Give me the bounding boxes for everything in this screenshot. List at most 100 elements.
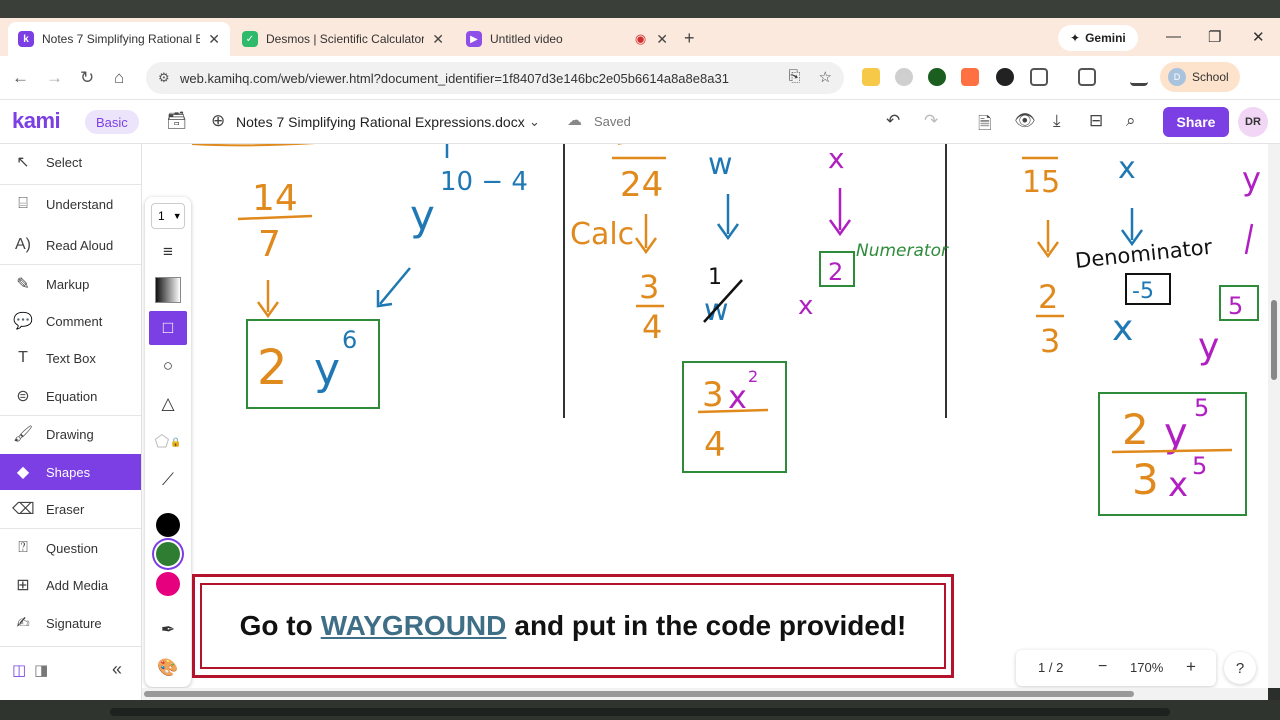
bookmark-star-icon[interactable]: ☆ bbox=[819, 68, 832, 86]
layout-toggle-alt-icon[interactable]: ◨ bbox=[34, 661, 48, 679]
zoom-in-button[interactable]: + bbox=[1186, 657, 1196, 677]
j-extension-icon[interactable] bbox=[961, 68, 979, 86]
banner-prefix: Go to bbox=[239, 610, 313, 641]
redo-icon[interactable]: ↷ bbox=[924, 111, 938, 131]
home-icon[interactable]: ⌂ bbox=[114, 68, 124, 88]
chevron-down-icon: ▼ bbox=[172, 211, 182, 221]
sidebar-item-signature[interactable]: ✍ Signature bbox=[0, 605, 141, 641]
polygon-tool[interactable]: ⬠ 🔒 bbox=[149, 425, 187, 459]
vertical-scrollbar[interactable] bbox=[1268, 144, 1280, 688]
horizontal-scrollbar[interactable] bbox=[142, 688, 1268, 700]
result-denominator-coefficient: 3 bbox=[1132, 455, 1159, 504]
toolbox-icon[interactable]: ⊟ bbox=[1089, 111, 1103, 131]
sidebar-item-add-media[interactable]: ⊞ Add Media bbox=[0, 567, 141, 603]
page-indicator[interactable]: 1 / 2 bbox=[1038, 660, 1063, 675]
search-icon[interactable]: ⌕ bbox=[1126, 111, 1136, 131]
install-icon[interactable]: ⎘ bbox=[789, 68, 801, 86]
profile-button[interactable]: D School bbox=[1160, 62, 1240, 92]
sidebar-item-equation[interactable]: ⊜ Equation bbox=[0, 378, 141, 414]
sidebar-item-read-aloud[interactable]: A) Read Aloud bbox=[0, 227, 141, 263]
new-tab-button[interactable]: + bbox=[684, 28, 695, 49]
sidebar-item-shapes[interactable]: ◆ Shapes bbox=[0, 454, 141, 490]
line-tool[interactable]: ⟋ bbox=[149, 463, 187, 497]
back-icon[interactable]: ← bbox=[12, 68, 29, 88]
collapse-icon[interactable]: « bbox=[112, 659, 122, 680]
reading-list-icon[interactable] bbox=[1078, 68, 1096, 86]
zoom-out-button[interactable]: − bbox=[1098, 658, 1107, 676]
layout-toggle-icon[interactable]: ◫ bbox=[12, 661, 26, 679]
document-name[interactable]: Notes 7 Simplifying Rational Expressions… bbox=[236, 114, 525, 130]
zoom-level[interactable]: 170% bbox=[1130, 660, 1163, 675]
close-icon[interactable]: ✕ bbox=[208, 31, 220, 48]
color-swatch-green[interactable] bbox=[156, 542, 180, 566]
tab-desmos[interactable]: ✓ Desmos | Scientific Calculator ✕ bbox=[232, 22, 454, 56]
color-palette-button[interactable]: 🎨 bbox=[149, 651, 187, 685]
archive-icon[interactable]: 🗃 bbox=[166, 111, 188, 131]
extensions-puzzle-icon[interactable] bbox=[1030, 68, 1048, 86]
download-icon[interactable]: ⤓ bbox=[1053, 111, 1061, 131]
sidebar-item-text-box[interactable]: T Text Box bbox=[0, 340, 141, 376]
share-button[interactable]: Share bbox=[1163, 107, 1229, 137]
recording-icon: ◉ bbox=[634, 31, 647, 46]
vertical-scroll-thumb[interactable] bbox=[1271, 300, 1277, 380]
help-icon: ? bbox=[1235, 659, 1245, 677]
drive-extension-icon[interactable] bbox=[862, 68, 880, 86]
line-style-button[interactable]: ≡ bbox=[149, 235, 187, 269]
sidebar-item-eraser[interactable]: ⌫ Eraser bbox=[0, 491, 141, 527]
close-icon[interactable]: ✕ bbox=[656, 31, 668, 48]
sidebar-item-understand[interactable]: ⌸ Understand bbox=[0, 186, 141, 222]
extension-icon[interactable] bbox=[895, 68, 913, 86]
address-bar[interactable]: ⚙ web.kamihq.com/web/viewer.html?documen… bbox=[146, 62, 844, 94]
circle-tool[interactable]: ○ bbox=[149, 349, 187, 383]
plan-badge[interactable]: Basic bbox=[85, 110, 139, 134]
color-swatch-magenta[interactable] bbox=[156, 572, 180, 596]
tool-sidebar: ↖ Select ⌸ Understand A) Read Aloud ✎ Markup… bbox=[0, 144, 142, 706]
forward-icon[interactable]: → bbox=[46, 68, 63, 88]
tab-video[interactable]: ▶ Untitled video ◉ ✕ bbox=[456, 22, 678, 56]
wayground-banner: Go to WAYGROUND and put in the code prov… bbox=[192, 574, 954, 678]
horizontal-scroll-thumb[interactable] bbox=[144, 691, 1134, 697]
eyedropper-button[interactable]: ✒ bbox=[149, 613, 187, 647]
eye-icon[interactable]: 👁 bbox=[1014, 111, 1036, 131]
download-icon[interactable] bbox=[1130, 68, 1148, 86]
variable-x: x bbox=[1118, 151, 1136, 186]
tab-kami[interactable]: k Notes 7 Simplifying Rational Ex ✕ bbox=[8, 22, 230, 56]
sidebar-item-comment[interactable]: 💬 Comment bbox=[0, 303, 141, 339]
stroke-width-select[interactable]: 1 ▼ bbox=[151, 203, 185, 229]
menu-lines-icon: ≡ bbox=[163, 242, 173, 261]
boxed-five: 5 bbox=[1228, 292, 1243, 320]
gemini-button[interactable]: ✦ Gemini bbox=[1058, 25, 1138, 51]
document-icon[interactable]: 🗎 bbox=[978, 111, 992, 140]
restore-button[interactable]: ❐ bbox=[1208, 28, 1221, 46]
sidebar-item-select[interactable]: ↖ Select bbox=[0, 144, 141, 180]
page-zoom-control: 1 / 2 − 170% + bbox=[1016, 650, 1216, 686]
variable-y: y bbox=[410, 191, 435, 240]
variable-y: y bbox=[1242, 160, 1261, 198]
close-window-button[interactable]: ✕ bbox=[1252, 28, 1265, 46]
denominator-label: Denominator bbox=[1074, 235, 1214, 273]
site-info-icon[interactable]: ⚙ bbox=[158, 70, 170, 86]
sidebar-item-markup[interactable]: ✎ Markup bbox=[0, 266, 141, 302]
close-icon[interactable]: ✕ bbox=[432, 31, 444, 48]
record-extension-icon[interactable] bbox=[996, 68, 1014, 86]
simplified-numerator: 3 bbox=[639, 268, 659, 306]
variable-x: x bbox=[798, 291, 813, 321]
undo-icon[interactable]: ↶ bbox=[886, 111, 900, 131]
wayground-link[interactable]: WAYGROUND bbox=[321, 610, 507, 642]
grammar-extension-icon[interactable] bbox=[928, 68, 946, 86]
rectangle-tool[interactable]: □ bbox=[149, 311, 187, 345]
fill-gradient-button[interactable] bbox=[149, 273, 187, 307]
color-swatch-black[interactable] bbox=[156, 513, 180, 537]
user-avatar[interactable]: DR bbox=[1238, 107, 1268, 137]
help-button[interactable]: ? bbox=[1224, 652, 1256, 684]
kami-header: kami Basic 🗃 ⊕ Notes 7 Simplifying Ratio… bbox=[0, 100, 1280, 144]
triangle-tool[interactable]: △ bbox=[149, 387, 187, 421]
sidebar-item-label: Comment bbox=[46, 313, 103, 329]
sidebar-item-drawing[interactable]: 🖌 Drawing bbox=[0, 416, 141, 452]
stroke-width-value: 1 bbox=[158, 209, 165, 223]
minimize-button[interactable]: — bbox=[1166, 28, 1181, 45]
drawing-icon: 🖌 bbox=[12, 426, 34, 443]
sidebar-item-question[interactable]: ⍰ Question bbox=[0, 530, 141, 566]
reload-icon[interactable]: ↻ bbox=[80, 68, 94, 88]
chevron-down-icon[interactable]: ⌄ bbox=[529, 114, 540, 130]
